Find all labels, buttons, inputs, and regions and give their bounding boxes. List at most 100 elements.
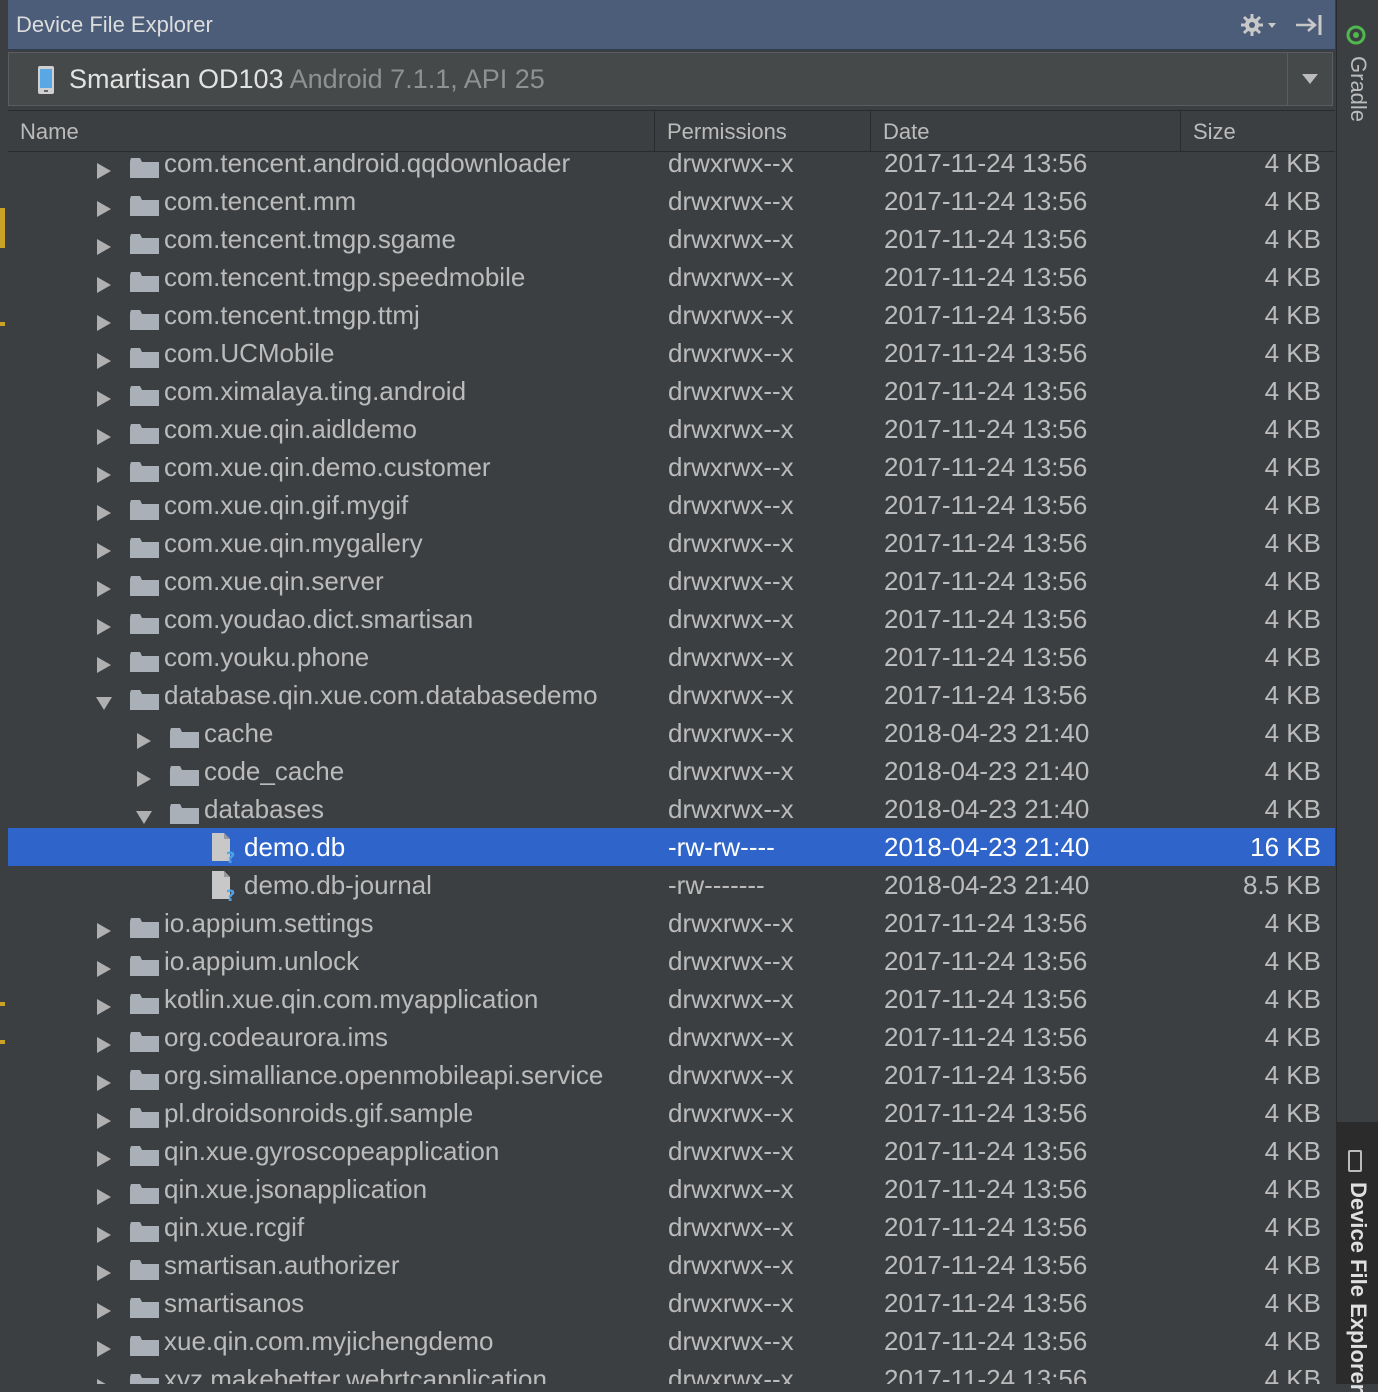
folder-row[interactable]: smartisanos drwxrwx--x 2017-11-24 13:56 4 K…	[8, 1284, 1335, 1322]
collapsed-arrow-icon[interactable]	[96, 535, 112, 559]
folder-row[interactable]: io.appium.settings drwxrwx--x 2017-11-24 1…	[8, 904, 1335, 942]
file-row[interactable]: ? demo.db -rw-rw---- 2018-04-23 21:40 16 KB	[8, 828, 1335, 867]
collapsed-arrow-icon[interactable]	[96, 1181, 112, 1205]
folder-row[interactable]: com.xue.qin.demo.customer drwxrwx--x 2017-…	[8, 448, 1335, 486]
gradle-tool-tab[interactable]: Gradle	[1337, 18, 1378, 138]
folder-row[interactable]: qin.xue.jsonapplication drwxrwx--x 2017-11…	[8, 1170, 1335, 1208]
file-row[interactable]: ? demo.db-journal -rw------- 2018-04-23 21:…	[8, 866, 1335, 905]
collapsed-arrow-icon[interactable]	[96, 953, 112, 977]
file-size: 4 KB	[1264, 186, 1321, 216]
file-permissions: drwxrwx--x	[668, 1250, 794, 1280]
folder-row[interactable]: database.qin.xue.com.databasedemo drwxrwx…	[8, 676, 1335, 714]
folder-row[interactable]: com.tencent.tmgp.speedmobile drwxrwx--x 20…	[8, 258, 1335, 296]
collapsed-arrow-icon[interactable]	[96, 269, 112, 293]
folder-row[interactable]: com.xue.qin.mygallery drwxrwx--x 2017-11-2…	[8, 524, 1335, 562]
folder-row[interactable]: code_cache drwxrwx--x 2018-04-23 21:40 4 KB	[8, 752, 1335, 790]
folder-row[interactable]: com.xue.qin.gif.mygif drwxrwx--x 2017-11-2…	[8, 486, 1335, 524]
folder-row[interactable]: com.tencent.tmgp.sgame drwxrwx--x 2017-11-…	[8, 220, 1335, 258]
file-size: 4 KB	[1264, 946, 1321, 976]
file-date: 2017-11-24 13:56	[884, 186, 1088, 216]
expanded-arrow-icon[interactable]	[136, 801, 152, 824]
file-name: com.tencent.mm	[164, 186, 357, 216]
collapsed-arrow-icon[interactable]	[96, 383, 112, 407]
device-file-explorer-tab-label: Device File Explorer	[1346, 1182, 1371, 1392]
file-date: 2017-11-24 13:56	[884, 224, 1088, 254]
collapsed-arrow-icon[interactable]	[96, 307, 112, 331]
collapsed-arrow-icon[interactable]	[96, 991, 112, 1015]
file-date: 2018-04-23 21:40	[884, 756, 1090, 786]
folder-row[interactable]: qin.xue.gyroscopeapplication drwxrwx--x 20…	[8, 1132, 1335, 1170]
folder-row[interactable]: org.codeaurora.ims drwxrwx--x 2017-11-24 1…	[8, 1018, 1335, 1056]
file-date: 2017-11-24 13:56	[884, 414, 1088, 444]
folder-row[interactable]: xue.qin.com.myjichengdemo drwxrwx--x 2017-…	[8, 1322, 1335, 1360]
settings-gear-icon[interactable]	[1240, 12, 1280, 38]
folder-row[interactable]: com.tencent.android.qqdownloader drwxrwx-…	[8, 144, 1335, 182]
collapsed-arrow-icon[interactable]	[96, 1067, 112, 1091]
folder-row[interactable]: smartisan.authorizer drwxrwx--x 2017-11-24…	[8, 1246, 1335, 1284]
folder-icon	[130, 1256, 160, 1280]
collapsed-arrow-icon[interactable]	[96, 611, 112, 635]
folder-icon	[130, 268, 160, 292]
collapsed-arrow-icon[interactable]	[96, 421, 112, 445]
collapsed-arrow-icon[interactable]	[96, 193, 112, 217]
collapsed-arrow-icon[interactable]	[96, 497, 112, 521]
device-file-explorer-tool-tab[interactable]: Device File Explorer	[1337, 1122, 1378, 1392]
collapsed-arrow-icon[interactable]	[96, 649, 112, 673]
file-permissions: drwxrwx--x	[668, 528, 794, 558]
collapsed-arrow-icon[interactable]	[136, 763, 152, 787]
collapsed-arrow-icon[interactable]	[96, 1219, 112, 1243]
collapsed-arrow-icon[interactable]	[96, 345, 112, 369]
collapsed-arrow-icon[interactable]	[96, 1105, 112, 1129]
file-permissions: drwxrwx--x	[668, 376, 794, 406]
collapsed-arrow-icon[interactable]	[96, 1143, 112, 1167]
file-permissions: drwxrwx--x	[668, 1174, 794, 1204]
folder-icon	[130, 1028, 160, 1052]
svg-text:?: ?	[226, 848, 235, 865]
collapsed-arrow-icon[interactable]	[96, 573, 112, 597]
file-permissions: drwxrwx--x	[668, 908, 794, 938]
file-name: demo.db-journal	[244, 870, 432, 900]
collapsed-arrow-icon[interactable]	[96, 915, 112, 939]
file-name: com.youku.phone	[164, 642, 370, 672]
folder-row[interactable]: xyz.makebetter.webrtcapplication drwxrwx-…	[8, 1360, 1335, 1384]
folder-row[interactable]: databases drwxrwx--x 2018-04-23 21:40 4 KB	[8, 790, 1335, 828]
collapsed-arrow-icon[interactable]	[96, 1295, 112, 1319]
folder-row[interactable]: com.youku.phone drwxrwx--x 2017-11-24 13:5…	[8, 638, 1335, 676]
device-selector[interactable]: Smartisan OD103 Android 7.1.1, API 25	[8, 52, 1333, 106]
folder-row[interactable]: cache drwxrwx--x 2018-04-23 21:40 4 KB	[8, 714, 1335, 752]
folder-icon	[130, 230, 160, 254]
folder-row[interactable]: io.appium.unlock drwxrwx--x 2017-11-24 13:…	[8, 942, 1335, 980]
expanded-arrow-icon[interactable]	[96, 687, 112, 710]
file-permissions: drwxrwx--x	[668, 718, 794, 748]
folder-row[interactable]: com.tencent.tmgp.ttmj drwxrwx--x 2017-11-2…	[8, 296, 1335, 334]
device-dropdown-button[interactable]	[1287, 53, 1332, 105]
folder-row[interactable]: org.simalliance.openmobileapi.service drw…	[8, 1056, 1335, 1094]
file-date: 2018-04-23 21:40	[884, 794, 1090, 824]
collapsed-arrow-icon[interactable]	[96, 1333, 112, 1357]
collapsed-arrow-icon[interactable]	[96, 155, 112, 179]
file-name: com.xue.qin.gif.mygif	[164, 490, 409, 520]
file-name: com.tencent.tmgp.speedmobile	[164, 262, 526, 292]
collapsed-arrow-icon[interactable]	[96, 459, 112, 483]
collapsed-arrow-icon[interactable]	[96, 1371, 112, 1384]
collapsed-arrow-icon[interactable]	[96, 231, 112, 255]
folder-row[interactable]: com.UCMobile drwxrwx--x 2017-11-24 13:56 4 …	[8, 334, 1335, 372]
hide-panel-icon[interactable]	[1292, 12, 1326, 38]
collapsed-arrow-icon[interactable]	[136, 725, 152, 749]
folder-row[interactable]: com.youdao.dict.smartisan drwxrwx--x 2017-…	[8, 600, 1335, 638]
folder-row[interactable]: com.tencent.mm drwxrwx--x 2017-11-24 13:56…	[8, 182, 1335, 220]
collapsed-arrow-icon[interactable]	[96, 1029, 112, 1053]
file-name: database.qin.xue.com.databasedemo	[164, 680, 598, 710]
collapsed-arrow-icon[interactable]	[96, 1257, 112, 1281]
file-size: 4 KB	[1264, 490, 1321, 520]
file-name: com.UCMobile	[164, 338, 335, 368]
folder-icon	[130, 306, 160, 330]
folder-row[interactable]: kotlin.xue.qin.com.myapplication drwxrwx-…	[8, 980, 1335, 1018]
folder-row[interactable]: com.xue.qin.aidldemo drwxrwx--x 2017-11-24…	[8, 410, 1335, 448]
folder-row[interactable]: com.xue.qin.server drwxrwx--x 2017-11-24 1…	[8, 562, 1335, 600]
folder-row[interactable]: qin.xue.rcgif drwxrwx--x 2017-11-24 13:56 4…	[8, 1208, 1335, 1246]
folder-row[interactable]: pl.droidsonroids.gif.sample drwxrwx--x 201…	[8, 1094, 1335, 1132]
folder-icon	[130, 496, 160, 520]
file-date: 2017-11-24 13:56	[884, 604, 1088, 634]
folder-row[interactable]: com.ximalaya.ting.android drwxrwx--x 2017-…	[8, 372, 1335, 410]
